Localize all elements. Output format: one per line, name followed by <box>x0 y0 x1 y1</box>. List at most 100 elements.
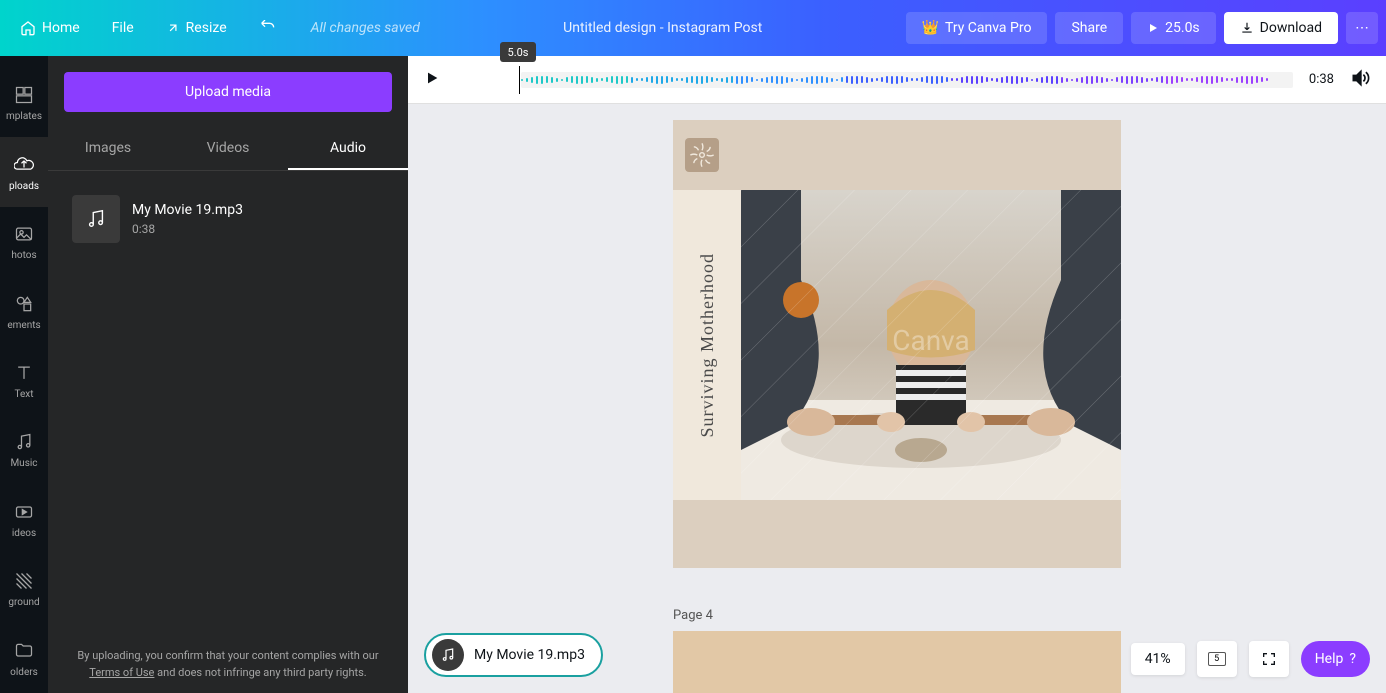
undo-button[interactable] <box>247 12 287 44</box>
save-status: All changes saved <box>311 20 420 36</box>
uploads-icon <box>12 153 36 177</box>
canvas-viewport[interactable]: Surviving Motherhood <box>408 104 1386 693</box>
tab-images[interactable]: Images <box>48 128 168 170</box>
design-side-band: Surviving Motherhood <box>673 190 741 500</box>
folders-icon <box>12 639 36 663</box>
help-label: Help <box>1315 651 1344 667</box>
design-bottom-band <box>673 500 1121 568</box>
tab-videos[interactable]: Videos <box>168 128 288 170</box>
icon-rail: mplates ploads hotos ements Text Music i… <box>0 56 48 693</box>
design-header-band <box>673 120 1121 190</box>
scrubber-line[interactable] <box>519 66 520 94</box>
page4-canvas[interactable] <box>673 631 1121 693</box>
rail-videos[interactable]: ideos <box>0 485 48 554</box>
fullscreen-icon <box>1261 651 1277 667</box>
try-pro-label: Try Canva Pro <box>945 20 1031 36</box>
page-count: 5 <box>1208 652 1226 666</box>
timeline-duration: 0:38 <box>1309 72 1334 87</box>
resize-icon <box>166 21 180 35</box>
music-icon <box>12 430 36 454</box>
upload-tabs: Images Videos Audio <box>48 128 408 171</box>
disclaimer-pre: By uploading, you confirm that your cont… <box>77 649 378 662</box>
rail-label: ements <box>7 320 40 331</box>
rail-photos[interactable]: hotos <box>0 207 48 276</box>
rail-uploads[interactable]: ploads <box>0 137 48 206</box>
text-icon <box>12 361 36 385</box>
resize-label: Resize <box>186 20 227 36</box>
audio-list: My Movie 19.mp3 0:38 <box>48 171 408 636</box>
side-panel: Upload media Images Videos Audio My Movi… <box>48 56 408 693</box>
play-preview-button[interactable]: 25.0s <box>1131 12 1216 44</box>
photos-icon <box>12 222 36 246</box>
volume-button[interactable] <box>1350 68 1370 92</box>
upload-media-button[interactable]: Upload media <box>64 72 392 112</box>
file-menu[interactable]: File <box>100 12 146 44</box>
rail-label: hotos <box>11 250 36 261</box>
zoom-level[interactable]: 41% <box>1131 643 1185 675</box>
videos-icon <box>12 500 36 524</box>
home-label: Home <box>42 20 80 36</box>
templates-icon <box>12 83 36 107</box>
canvas-audio-pill[interactable]: My Movie 19.mp3 <box>424 633 603 677</box>
design-photo[interactable]: Canva <box>741 190 1121 500</box>
help-mark: ? <box>1349 651 1356 667</box>
rail-label: ideos <box>12 528 36 539</box>
canvas-area: 5.0s 0:38 <box>408 56 1386 693</box>
share-label: Share <box>1071 20 1107 36</box>
download-button[interactable]: Download <box>1224 12 1338 44</box>
rail-label: olders <box>10 667 38 678</box>
home-button[interactable]: Home <box>8 12 92 44</box>
background-icon <box>12 569 36 593</box>
audio-name: My Movie 19.mp3 <box>132 202 243 218</box>
audio-pill-icon <box>432 639 464 671</box>
topbar-left: Home File Resize All changes saved <box>8 12 420 44</box>
design-page-4[interactable]: Page 4 <box>673 608 1121 693</box>
rail-templates[interactable]: mplates <box>0 68 48 137</box>
rail-label: ploads <box>9 181 39 192</box>
design-title[interactable]: Untitled design - Instagram Post <box>424 20 902 36</box>
timeline-bar: 5.0s 0:38 <box>408 56 1386 104</box>
rail-label: mplates <box>6 111 42 122</box>
rail-label: ground <box>8 597 39 608</box>
tab-audio[interactable]: Audio <box>288 128 408 170</box>
page-navigator[interactable]: 5 <box>1197 641 1237 677</box>
bottom-controls: 41% 5 Help ? <box>1131 641 1370 677</box>
play-icon <box>1147 22 1159 34</box>
resize-button[interactable]: Resize <box>154 12 239 44</box>
design-canvas[interactable]: Surviving Motherhood <box>673 120 1121 568</box>
terms-link[interactable]: Terms of Use <box>89 666 154 679</box>
file-label: File <box>112 20 134 36</box>
share-button[interactable]: Share <box>1055 12 1123 44</box>
rail-folders[interactable]: olders <box>0 624 48 693</box>
design-side-text: Surviving Motherhood <box>697 253 718 438</box>
audio-info: My Movie 19.mp3 0:38 <box>132 202 243 236</box>
page-label: Page 4 <box>673 608 1121 623</box>
rail-elements[interactable]: ements <box>0 276 48 345</box>
scrubber-tooltip: 5.0s <box>500 42 536 62</box>
topbar-right: 👑 Try Canva Pro Share 25.0s Download ⋯ <box>906 12 1378 44</box>
disclaimer-post: and does not infringe any third party ri… <box>154 666 366 679</box>
play-time-label: 25.0s <box>1165 20 1200 36</box>
timeline-track[interactable] <box>456 66 1293 94</box>
rail-music[interactable]: Music <box>0 415 48 484</box>
rail-text[interactable]: Text <box>0 346 48 415</box>
main: mplates ploads hotos ements Text Music i… <box>0 56 1386 693</box>
fullscreen-button[interactable] <box>1249 641 1289 677</box>
audio-pill-label: My Movie 19.mp3 <box>474 647 585 663</box>
more-icon: ⋯ <box>1355 20 1369 36</box>
help-button[interactable]: Help ? <box>1301 641 1370 677</box>
audio-duration: 0:38 <box>132 222 243 236</box>
audio-item[interactable]: My Movie 19.mp3 0:38 <box>64 187 392 251</box>
home-icon <box>20 20 36 36</box>
rail-background[interactable]: ground <box>0 554 48 623</box>
rail-label: Text <box>14 389 33 400</box>
svg-text:Canva: Canva <box>892 324 970 357</box>
download-label: Download <box>1260 20 1322 36</box>
timeline-waveform <box>521 76 1293 84</box>
upload-disclaimer: By uploading, you confirm that your cont… <box>48 636 408 693</box>
try-pro-button[interactable]: 👑 Try Canva Pro <box>906 12 1048 44</box>
timeline-play-button[interactable] <box>424 70 440 90</box>
audio-thumb-icon <box>72 195 120 243</box>
more-button[interactable]: ⋯ <box>1346 12 1378 44</box>
design-page-3[interactable]: Surviving Motherhood <box>673 120 1121 568</box>
